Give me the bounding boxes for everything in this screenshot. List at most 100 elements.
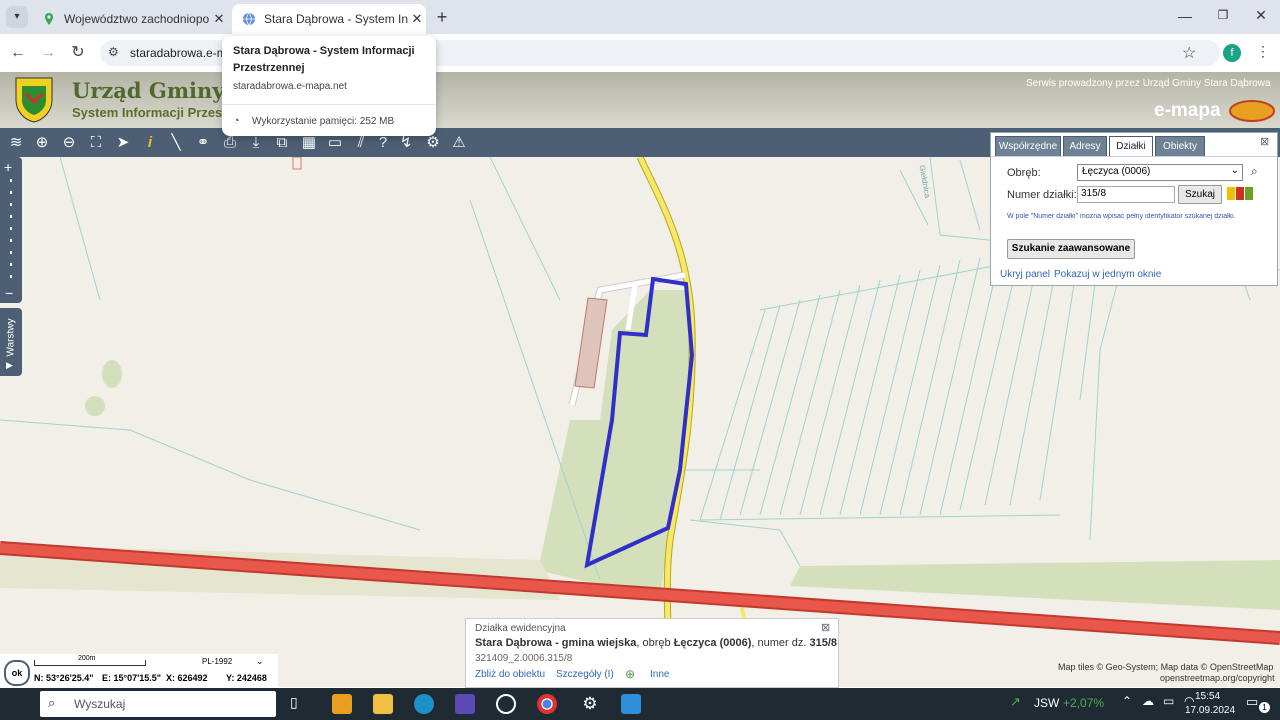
date[interactable]: 17.09.2024 (1185, 705, 1235, 716)
color-swatch-yellow[interactable] (1227, 187, 1235, 200)
details-link[interactable]: Szczegóły (I) (556, 669, 614, 680)
hover-domain: staradabrowa.e-mapa.net (233, 81, 347, 92)
close-panel-icon[interactable]: ⊠ (1260, 135, 1269, 148)
layers-tab-label: Warstwy (5, 318, 17, 357)
notifications-icon[interactable]: ▭ (1246, 694, 1258, 710)
layers-icon[interactable]: ≋ (6, 133, 26, 153)
bookmark-star-icon[interactable]: ☆ (1182, 43, 1196, 63)
coat-of-arms-logo (15, 77, 53, 123)
numer-value: 315/8 (1081, 188, 1107, 199)
back-icon[interactable]: ← (7, 42, 29, 64)
menu-dots-icon[interactable]: ⋮ (1256, 43, 1270, 60)
stock-up-icon: ↗ (1010, 694, 1021, 709)
color-swatch-red[interactable] (1236, 187, 1244, 200)
help-icon[interactable]: ? (373, 133, 393, 153)
sync-app-icon[interactable] (496, 694, 516, 714)
file-explorer-icon[interactable] (373, 694, 393, 714)
map-icon[interactable]: ▭ (325, 133, 345, 153)
select-pointer-icon[interactable]: ➤ (113, 133, 133, 153)
taskbar-search[interactable]: ⌕ Wyszukaj (40, 691, 276, 717)
taskbar-search-text: Wyszukaj (74, 697, 126, 711)
info-icon[interactable]: i (140, 133, 160, 153)
time[interactable]: 15:54 (1195, 691, 1220, 702)
hatch-icon[interactable]: ⫽ (351, 133, 371, 153)
panel-divider (991, 156, 1277, 157)
plus-circle-icon[interactable]: ⊕ (625, 667, 635, 681)
settings-icon[interactable]: ⚙ (423, 133, 443, 153)
tab-search-button[interactable]: ▾ (6, 6, 28, 28)
store-icon[interactable] (332, 694, 352, 714)
tab-adresy[interactable]: Adresy (1063, 136, 1107, 157)
print-icon[interactable]: ⎙ (220, 133, 240, 153)
measure-icon[interactable]: ╲ (166, 133, 186, 153)
tab-hover-card: Stara Dąbrowa - System Informacji Przest… (222, 36, 436, 136)
window-icon[interactable]: ▦ (299, 133, 319, 153)
hide-panel-link[interactable]: Ukryj panel (1000, 269, 1050, 280)
e-mapa-brand: e-mapa (1154, 100, 1221, 121)
e-mapa-logo-icon (1229, 100, 1275, 122)
coord-y: Y: 242468 (226, 673, 267, 683)
tab-wspolrzedne[interactable]: Współrzędne (995, 136, 1061, 157)
close-window-icon[interactable]: ✕ (1252, 7, 1270, 25)
close-tab-icon[interactable]: ✕ (210, 11, 228, 27)
zoom-out-icon[interactable]: ⊖ (59, 133, 79, 153)
warning-icon[interactable]: ⚠ (449, 133, 469, 153)
link-icon[interactable]: ⚭ (193, 133, 213, 153)
minimize-icon[interactable]: — (1176, 8, 1194, 26)
numer-input[interactable]: 315/8 (1077, 186, 1175, 203)
szukaj-button[interactable]: Szukaj (1178, 185, 1222, 204)
stock-name[interactable]: JSW (1034, 696, 1059, 710)
tab-dzialki[interactable]: Działki (1109, 136, 1153, 157)
tray-chevron-icon[interactable]: ⌃ (1122, 694, 1132, 708)
advanced-search-button[interactable]: Szukanie zaawansowane (1007, 239, 1135, 259)
chrome-icon[interactable] (537, 694, 557, 714)
attribution-2[interactable]: openstreetmap.org/copyright (1160, 673, 1275, 683)
tab-wojewodztwo[interactable]: Województwo zachodniopomo ✕ (32, 4, 228, 34)
export-icon[interactable]: ⧉ (272, 133, 292, 153)
media-app-icon[interactable] (455, 694, 475, 714)
info-sep1: , obręb (636, 637, 674, 649)
cloud-icon[interactable]: ☁ (1142, 694, 1154, 708)
tab-obiekty[interactable]: Obiekty (1155, 136, 1205, 157)
zoom-track[interactable] (10, 179, 12, 283)
projection-value: PL-1992 (202, 657, 233, 666)
projection-select[interactable]: PL-1992 ⌄ (202, 656, 266, 666)
zoom-minus-icon[interactable]: − (5, 285, 13, 301)
reload-icon[interactable]: ↻ (67, 42, 89, 64)
edge-icon[interactable] (414, 694, 434, 714)
close-info-icon[interactable]: ⊠ (821, 621, 830, 634)
other-link[interactable]: Inne (650, 669, 669, 680)
zoom-to-object-link[interactable]: Zbliż do obiektu (475, 669, 545, 680)
service-note: Serwis prowadzony przez Urząd Gminy Star… (1026, 78, 1271, 89)
ok-button[interactable]: ok (4, 660, 30, 686)
settings-app-icon[interactable]: ⚙ (580, 694, 600, 714)
route-icon[interactable]: ↯ (396, 133, 416, 153)
close-tab-icon[interactable]: ✕ (408, 11, 426, 27)
site-info-icon[interactable]: ⚙ (108, 45, 119, 59)
search-hint: W pole "Numer działki" można wpisać pełn… (1007, 213, 1236, 220)
info-sep2: , numer dz. (751, 637, 807, 649)
scale-label: 200m (78, 655, 96, 662)
parcel-identifier: 321409_2.0006.315/8 (475, 653, 573, 664)
zoom-extent-icon[interactable]: ⛶ (86, 133, 106, 153)
maximize-icon[interactable]: ❐ (1214, 8, 1232, 26)
task-view-icon[interactable]: ▯ (290, 694, 298, 711)
search-icon[interactable]: ⌕ (1251, 164, 1258, 179)
battery-icon[interactable]: ▭ (1163, 694, 1174, 708)
obreb-select[interactable]: Łęczyca (0006) ⌄ (1077, 164, 1243, 181)
photos-icon[interactable] (621, 694, 641, 714)
single-window-link[interactable]: Pokazuj w jednym oknie (1054, 269, 1161, 280)
zoom-plus-icon[interactable]: + (4, 159, 12, 175)
new-tab-icon[interactable]: + (432, 7, 452, 27)
globe-icon (243, 12, 255, 26)
download-icon[interactable]: ⤓ (246, 133, 266, 153)
color-swatch-green[interactable] (1245, 187, 1253, 200)
profile-avatar[interactable]: f (1223, 44, 1241, 62)
tab-stara-dabrowa[interactable]: Stara Dąbrowa - System Inform ✕ (232, 4, 426, 34)
forward-icon[interactable]: → (37, 42, 59, 64)
hover-divider (222, 104, 436, 105)
layers-side-tab[interactable]: Warstwy ▶ (0, 308, 22, 376)
zoom-slider[interactable]: + − (0, 157, 22, 303)
stock-change: +2,07% (1063, 696, 1105, 710)
zoom-in-icon[interactable]: ⊕ (32, 133, 52, 153)
